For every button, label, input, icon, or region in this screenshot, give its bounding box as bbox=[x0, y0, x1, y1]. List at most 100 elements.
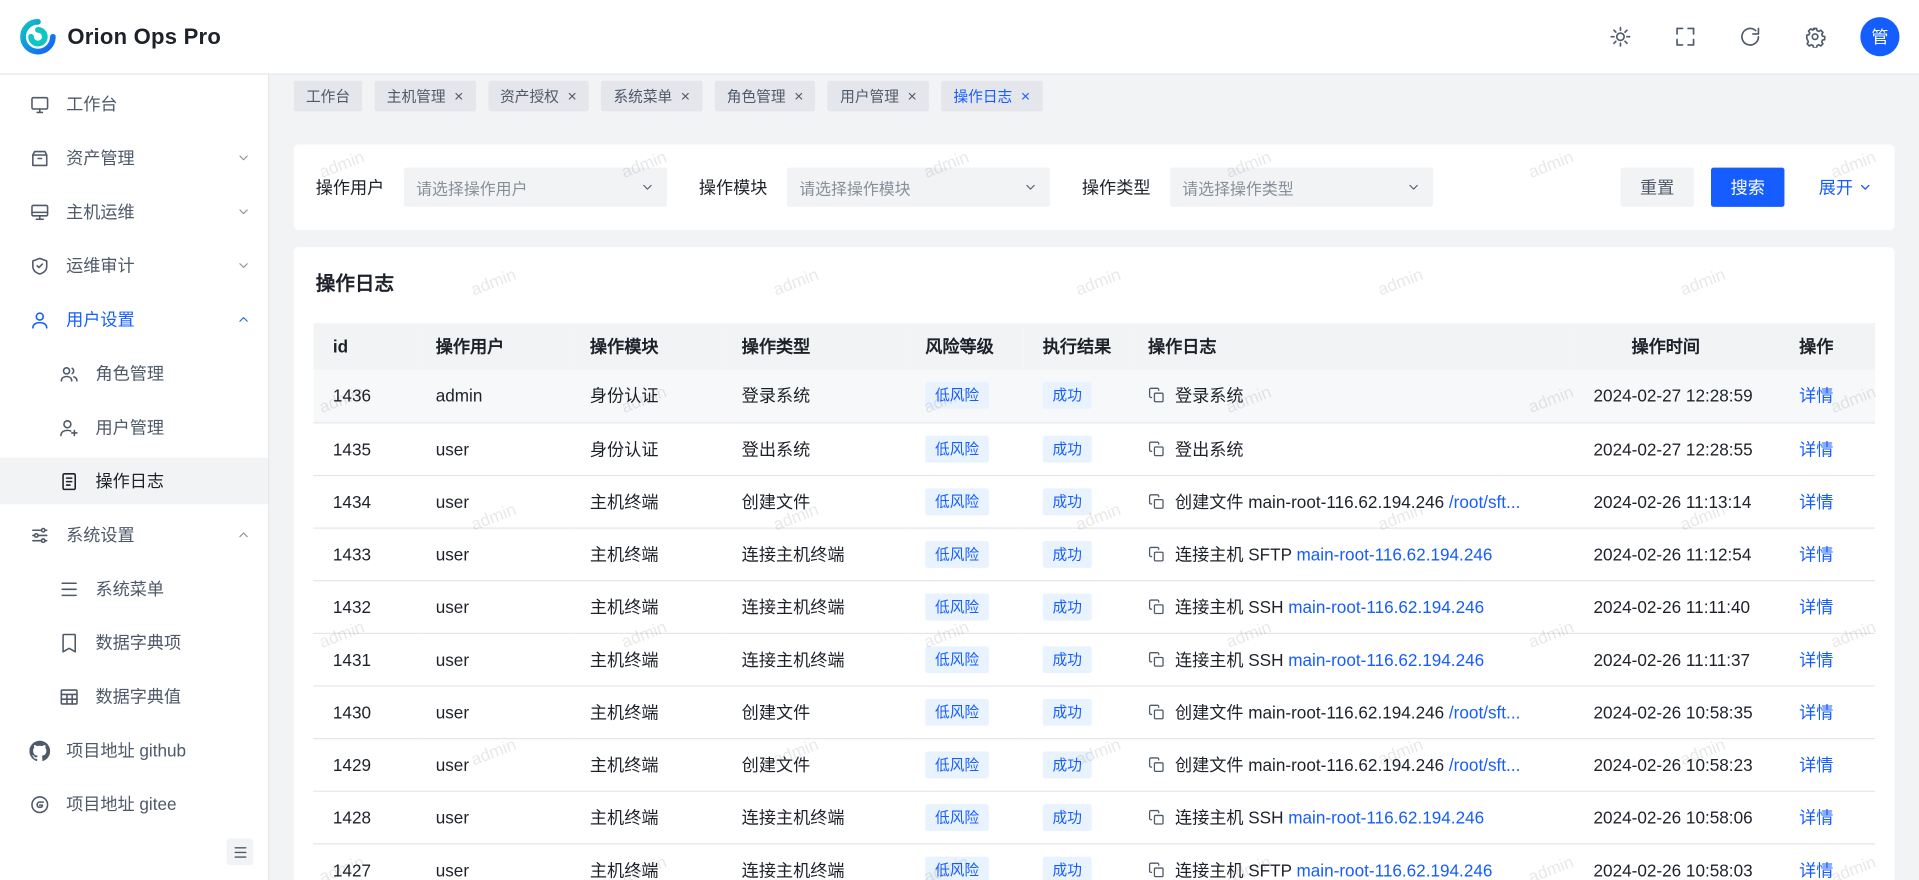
asset-management-icon bbox=[29, 147, 50, 168]
sidebar-item[interactable]: 项目地址 gitee bbox=[0, 781, 268, 828]
copy-icon[interactable] bbox=[1148, 387, 1165, 404]
sidebar-item[interactable]: 系统设置 bbox=[0, 512, 268, 559]
filter-actions: 重置 搜索 展开 bbox=[1620, 168, 1872, 207]
copy-icon[interactable] bbox=[1148, 440, 1165, 457]
sidebar-subitem[interactable]: 系统菜单 bbox=[0, 565, 268, 612]
log-text: 登录系统 bbox=[1175, 386, 1244, 406]
tab-chip[interactable]: 操作日志× bbox=[941, 81, 1042, 112]
filter-card: 操作用户请选择操作用户操作模块请选择操作模块操作类型请选择操作类型 重置 搜索 … bbox=[294, 144, 1895, 230]
tab-chip[interactable]: 系统菜单 × bbox=[601, 81, 702, 112]
tab-close-icon[interactable]: × bbox=[681, 88, 690, 104]
column-header: 操作用户 bbox=[416, 323, 570, 370]
copy-icon[interactable] bbox=[1148, 808, 1165, 825]
cell-risk: 低风险 bbox=[906, 475, 1023, 528]
filter-field: 操作类型请选择操作类型 bbox=[1082, 168, 1433, 207]
detail-link[interactable]: 详情 bbox=[1799, 860, 1833, 880]
tab-chip[interactable]: 主机管理× bbox=[375, 81, 476, 112]
log-link[interactable]: main-root-116.62.194.246 bbox=[1288, 807, 1484, 827]
refresh-button[interactable] bbox=[1731, 17, 1770, 56]
cell-result: 成功 bbox=[1023, 685, 1128, 738]
copy-icon[interactable] bbox=[1148, 756, 1165, 773]
log-link[interactable]: /root/sft... bbox=[1449, 702, 1520, 722]
sidebar-subitem[interactable]: 操作日志 bbox=[0, 458, 268, 505]
cell-module: 主机终端 bbox=[570, 685, 722, 738]
cell-type: 创建文件 bbox=[722, 738, 906, 791]
cell-module: 主机终端 bbox=[570, 791, 722, 844]
sidebar-subitem[interactable]: 数据字典值 bbox=[0, 673, 268, 720]
chevron-down-icon bbox=[1406, 180, 1421, 195]
cell-risk: 低风险 bbox=[906, 685, 1023, 738]
detail-link[interactable]: 详情 bbox=[1799, 491, 1833, 511]
user-avatar[interactable]: 管 bbox=[1860, 17, 1899, 56]
sidebar-item-label: 运维审计 bbox=[66, 253, 236, 277]
copy-icon[interactable] bbox=[1148, 703, 1165, 720]
sidebar-item[interactable]: 工作台 bbox=[0, 81, 268, 128]
sun-icon bbox=[1609, 26, 1631, 48]
tab-chip[interactable]: 用户管理× bbox=[828, 81, 929, 112]
sidebar-subitem[interactable]: 用户管理 bbox=[0, 404, 268, 451]
sidebar-item[interactable]: 用户设置 bbox=[0, 296, 268, 343]
tab-chip[interactable]: 角色管理× bbox=[715, 81, 816, 112]
sidebar-collapse-button[interactable] bbox=[226, 838, 253, 865]
copy-icon[interactable] bbox=[1148, 598, 1165, 615]
tab-chip[interactable]: 资产授权× bbox=[488, 81, 589, 112]
tab-close-icon[interactable]: × bbox=[794, 88, 803, 104]
log-link[interactable]: main-root-116.62.194.246 bbox=[1288, 649, 1484, 669]
cell-user: user bbox=[416, 738, 570, 791]
log-link[interactable]: /root/sft... bbox=[1449, 755, 1520, 775]
sidebar-item-label: 系统设置 bbox=[66, 523, 236, 547]
detail-link[interactable]: 详情 bbox=[1799, 544, 1833, 564]
sidebar-item[interactable]: 主机运维 bbox=[0, 188, 268, 235]
detail-link[interactable]: 详情 bbox=[1799, 439, 1833, 459]
cell-action: 详情 bbox=[1758, 738, 1875, 791]
theme-toggle-button[interactable] bbox=[1601, 17, 1640, 56]
filter-select[interactable]: 请选择操作类型 bbox=[1170, 168, 1433, 207]
cell-result: 成功 bbox=[1023, 843, 1128, 880]
sidebar-footer bbox=[0, 838, 268, 880]
cell-user: user bbox=[416, 528, 570, 581]
sidebar-item[interactable]: 资产管理 bbox=[0, 135, 268, 182]
tab-close-icon[interactable]: × bbox=[907, 88, 916, 104]
expand-label: 展开 bbox=[1819, 175, 1853, 199]
log-text: 登出系统 bbox=[1175, 439, 1244, 459]
cell-user: user bbox=[416, 685, 570, 738]
tab-label: 系统菜单 bbox=[613, 86, 672, 107]
search-button[interactable]: 搜索 bbox=[1711, 168, 1784, 207]
sidebar-item[interactable]: 项目地址 github bbox=[0, 727, 268, 774]
copy-icon[interactable] bbox=[1148, 493, 1165, 510]
log-link[interactable]: main-root-116.62.194.246 bbox=[1296, 544, 1492, 564]
tab-chip[interactable]: 工作台 bbox=[294, 81, 363, 112]
log-link[interactable]: main-root-116.62.194.246 bbox=[1296, 860, 1492, 880]
copy-icon[interactable] bbox=[1148, 651, 1165, 668]
reset-button[interactable]: 重置 bbox=[1620, 168, 1693, 207]
sidebar-subitem[interactable]: 角色管理 bbox=[0, 350, 268, 397]
tab-close-icon[interactable]: × bbox=[1021, 88, 1030, 104]
copy-icon[interactable] bbox=[1148, 861, 1165, 878]
cell-id: 1429 bbox=[313, 738, 416, 791]
sidebar-item[interactable]: 运维审计 bbox=[0, 242, 268, 289]
expand-toggle[interactable]: 展开 bbox=[1819, 175, 1873, 199]
copy-icon[interactable] bbox=[1148, 545, 1165, 562]
tab-close-icon[interactable]: × bbox=[567, 88, 576, 104]
log-link[interactable]: main-root-116.62.194.246 bbox=[1288, 597, 1484, 617]
detail-link[interactable]: 详情 bbox=[1799, 807, 1833, 827]
detail-link[interactable]: 详情 bbox=[1799, 597, 1833, 617]
detail-link[interactable]: 详情 bbox=[1799, 386, 1833, 406]
settings-button[interactable] bbox=[1795, 17, 1834, 56]
sidebar-subitem[interactable]: 数据字典项 bbox=[0, 619, 268, 666]
filter-select[interactable]: 请选择操作用户 bbox=[404, 168, 667, 207]
risk-tag: 低风险 bbox=[925, 698, 989, 725]
tab-close-icon[interactable]: × bbox=[454, 88, 463, 104]
filter-select[interactable]: 请选择操作模块 bbox=[787, 168, 1050, 207]
detail-link[interactable]: 详情 bbox=[1799, 755, 1833, 775]
cell-result: 成功 bbox=[1023, 738, 1128, 791]
cell-result: 成功 bbox=[1023, 475, 1128, 528]
fullscreen-button[interactable] bbox=[1666, 17, 1705, 56]
filter-label: 操作类型 bbox=[1082, 175, 1151, 199]
risk-tag: 低风险 bbox=[925, 646, 989, 673]
log-table: id操作用户操作模块操作类型风险等级执行结果操作日志操作时间操作 1436adm… bbox=[313, 323, 1875, 880]
log-link[interactable]: /root/sft... bbox=[1449, 491, 1520, 511]
detail-link[interactable]: 详情 bbox=[1799, 649, 1833, 669]
detail-link[interactable]: 详情 bbox=[1799, 702, 1833, 722]
risk-tag: 低风险 bbox=[925, 751, 989, 778]
